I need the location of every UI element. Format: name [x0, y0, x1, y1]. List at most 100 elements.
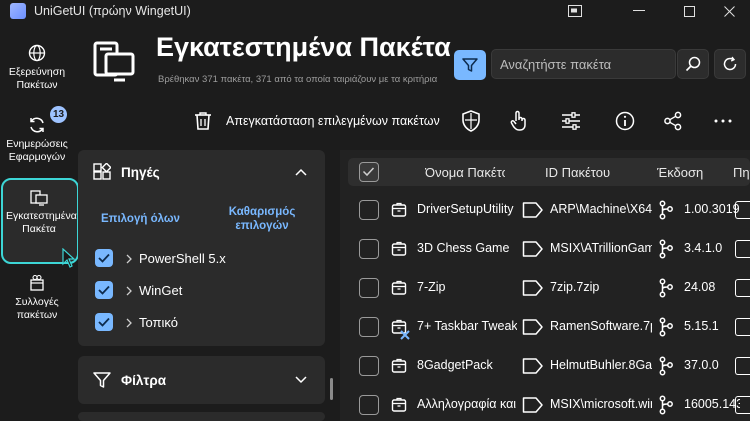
row-checkbox[interactable] [359, 200, 379, 220]
toggle-filters-button[interactable] [454, 50, 486, 80]
row-checkbox[interactable] [359, 395, 379, 415]
select-all-checkbox[interactable] [359, 162, 379, 182]
search-box[interactable] [491, 49, 676, 79]
version-branch-icon [659, 395, 673, 415]
filters-panel[interactable] [78, 356, 325, 404]
nav-discover[interactable]: Εξερεύνηση Πακέτων [2, 44, 72, 92]
version-branch-icon [659, 278, 673, 298]
dock-icon[interactable] [552, 0, 598, 22]
left-panel-scrollbar[interactable] [330, 378, 333, 400]
package-name: Αλληλογραφία και Ημερολόγιο [417, 397, 517, 411]
interactive-button[interactable] [506, 108, 532, 134]
source-icon [735, 240, 750, 258]
package-icon [391, 280, 407, 296]
package-name: 7+ Taskbar Tweaker [417, 319, 517, 333]
package-icon [391, 202, 407, 218]
package-version: 24.08 [684, 280, 716, 294]
sliders-icon [562, 112, 580, 130]
package-id: MSIX\microsoft.windowscommunicationsapps [550, 397, 652, 411]
package-id: MSIX\ATrillionGames.3DChessGame [550, 241, 652, 255]
version-branch-icon [659, 239, 673, 259]
version-branch-icon [659, 200, 673, 220]
info-icon [615, 111, 635, 131]
row-checkbox[interactable] [359, 356, 379, 376]
package-version: 5.15.1 [684, 319, 719, 333]
source-checkbox-winget[interactable] [95, 281, 113, 299]
tag-icon [522, 279, 544, 297]
nav-updates-label: Ενημερώσεις Εφαρμογών [6, 138, 68, 163]
search-button[interactable] [677, 49, 709, 79]
package-version: 3.4.1.0 [684, 241, 723, 255]
select-all-link[interactable]: Επιλογή όλων [101, 212, 180, 226]
package-icon [391, 397, 407, 413]
installed-packages-icon [30, 190, 48, 206]
version-branch-icon [659, 317, 673, 337]
nav-discover-label: Εξερεύνηση Πακέτων [8, 66, 66, 91]
row-checkbox[interactable] [359, 317, 379, 337]
search-input[interactable] [500, 50, 670, 78]
column-header-source[interactable]: Πηγή [733, 165, 750, 180]
minimize-button[interactable] [616, 0, 662, 22]
uninstall-selected-button[interactable] [190, 108, 216, 134]
column-header-id[interactable]: ID Πακέτου [545, 165, 645, 180]
uninstall-selected-label[interactable]: Απεγκατάσταση επιλεγμένων πακέτων [226, 114, 440, 128]
collapse-chevron-icon[interactable] [295, 168, 307, 176]
package-icon [391, 358, 407, 374]
run-as-admin-button[interactable] [458, 108, 484, 134]
row-checkbox[interactable] [359, 239, 379, 259]
package-version: 16005.14326 [684, 397, 740, 411]
more-options-button[interactable] [710, 108, 736, 134]
package-name: 8GadgetPack [417, 358, 493, 372]
reload-button[interactable] [714, 49, 746, 79]
share-button[interactable] [660, 108, 686, 134]
shield-icon [462, 110, 480, 132]
expand-chevron-icon[interactable] [126, 286, 132, 296]
version-branch-icon [659, 356, 673, 376]
filters-title: Φίλτρα [121, 373, 167, 388]
funnel-icon [462, 58, 478, 72]
package-settings-button[interactable] [558, 108, 584, 134]
row-checkbox[interactable] [359, 278, 379, 298]
source-label-local: Τοπικό [139, 315, 178, 330]
close-button[interactable] [706, 0, 750, 22]
column-header-version[interactable]: Έκδοση [657, 165, 717, 180]
source-icon [735, 279, 750, 297]
package-version: 1.00.3019 [684, 202, 740, 216]
package-id: 7zip.7zip [550, 280, 600, 294]
source-label-winget: WinGet [139, 283, 183, 298]
source-icon [735, 357, 750, 375]
column-header-name[interactable]: Όνομα Πακέτου [425, 165, 505, 180]
window-title: UniGetUI (πρώην WingetUI) [34, 4, 191, 18]
source-icon [735, 318, 750, 336]
updates-count-badge: 13 [50, 106, 67, 123]
mouse-cursor-icon [62, 248, 76, 268]
expand-chevron-icon[interactable] [295, 376, 307, 384]
package-details-button[interactable] [612, 108, 638, 134]
share-icon [664, 111, 682, 131]
package-bundle-icon [30, 274, 44, 291]
nav-installed-label: Εγκατεστημένα Πακέτα [6, 210, 77, 235]
nav-bundles-label: Συλλογές πακέτων [15, 296, 59, 321]
sources-title: Πηγές [121, 165, 160, 180]
reload-icon [723, 56, 737, 71]
next-panel [78, 412, 325, 421]
refresh-icon [30, 117, 44, 133]
tag-icon [522, 357, 544, 375]
expand-chevron-icon[interactable] [126, 254, 132, 264]
installed-header-icon [93, 41, 135, 82]
clear-selection-link[interactable]: Καθαρισμός επιλογών [222, 205, 302, 233]
tag-icon [522, 318, 544, 336]
source-checkbox-powershell[interactable] [95, 249, 113, 267]
package-id: ARP\Machine\X64\DriverSetupUtility [550, 202, 652, 216]
page-subtitle: Βρέθηκαν 371 πακέτα, 371 από τα οποία τα… [158, 74, 438, 85]
source-label-powershell: PowerShell 5.x [139, 251, 226, 266]
app-logo-icon [10, 3, 26, 19]
nav-bundles[interactable]: Συλλογές πακέτων [2, 274, 72, 322]
nav-installed[interactable]: Εγκατεστημένα Πακέτα [4, 190, 77, 236]
trash-icon [195, 112, 211, 130]
package-name: 7-Zip [417, 280, 446, 294]
package-id: RamenSoftware.7pTaskbarTweaker [550, 319, 652, 333]
nav-updates[interactable]: Ενημερώσεις Εφαρμογών [2, 116, 72, 164]
source-checkbox-local[interactable] [95, 313, 113, 331]
expand-chevron-icon[interactable] [126, 318, 132, 328]
